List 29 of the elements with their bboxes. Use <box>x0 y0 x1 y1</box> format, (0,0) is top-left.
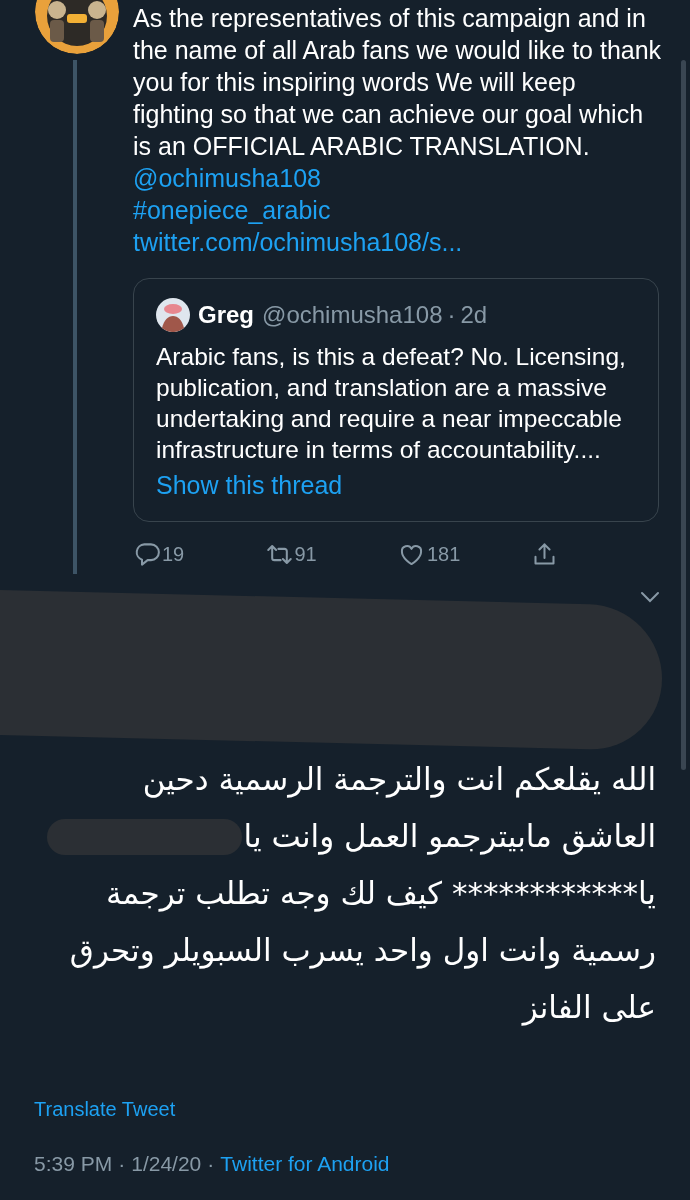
speech-bubble-icon[interactable] <box>133 540 160 568</box>
quoted-tweet-text: Arabic fans, is this a defeat? No. Licensing, publication, and translation are a massive undertaking and require a near impeccable infrastructure in terms of accountability.... <box>156 342 627 465</box>
tweet-link[interactable]: #onepiece_arabic <box>133 194 663 226</box>
chevron-down-icon[interactable] <box>640 591 660 603</box>
like-count: 181 <box>427 542 461 567</box>
avatar[interactable] <box>156 298 190 332</box>
tweet-link[interactable]: @ochimusha108 <box>133 162 663 194</box>
tweet-meta-text: 5:39 PM <box>34 1151 113 1177</box>
timestamp: 2d <box>460 300 488 330</box>
reply-text-line: العاشق مابيترجمو العمل وانت يا <box>243 817 656 857</box>
author-handle: @ochimusha108 <box>262 300 443 330</box>
reply-text-line: الله يقلعكم انت والترجمة الرسمية دحين <box>142 760 656 800</box>
author-name: Greg <box>198 300 254 330</box>
tweet-meta-text: · <box>207 1151 215 1177</box>
reply-text-line: رسمية وانت اول واحد يسرب السبويلر وتحرق <box>69 931 656 971</box>
scrollbar[interactable] <box>681 60 686 770</box>
translate-link[interactable]: Translate Tweet <box>34 1094 176 1124</box>
show-thread-link[interactable]: Show this thread <box>156 469 636 501</box>
reply-count: 19 <box>162 542 185 567</box>
retweet-count: 91 <box>294 542 317 567</box>
reply-text-line: على الفانز <box>522 988 656 1028</box>
tweet-meta-text: 1/24/20 <box>131 1151 202 1177</box>
separator-dot: · <box>447 300 456 330</box>
reply-text-line: يا************ كيف لك وجه تطلب ترجمة <box>105 874 656 914</box>
quoted-tweet-card[interactable] <box>133 278 659 522</box>
tweet-meta-text: · <box>118 1151 126 1177</box>
tweet-text: As the representatives of this campaign and in the name of all Arab fans we would like to thank you for this inspiring words We will keep fighting so that we can achieve our goal which is an OFFICIAL ARABIC TRANSLATION. <box>133 3 663 162</box>
source-link[interactable]: Twitter for Android <box>220 1148 390 1180</box>
tweet-link[interactable]: twitter.com/ochimusha108/s... <box>133 226 663 258</box>
